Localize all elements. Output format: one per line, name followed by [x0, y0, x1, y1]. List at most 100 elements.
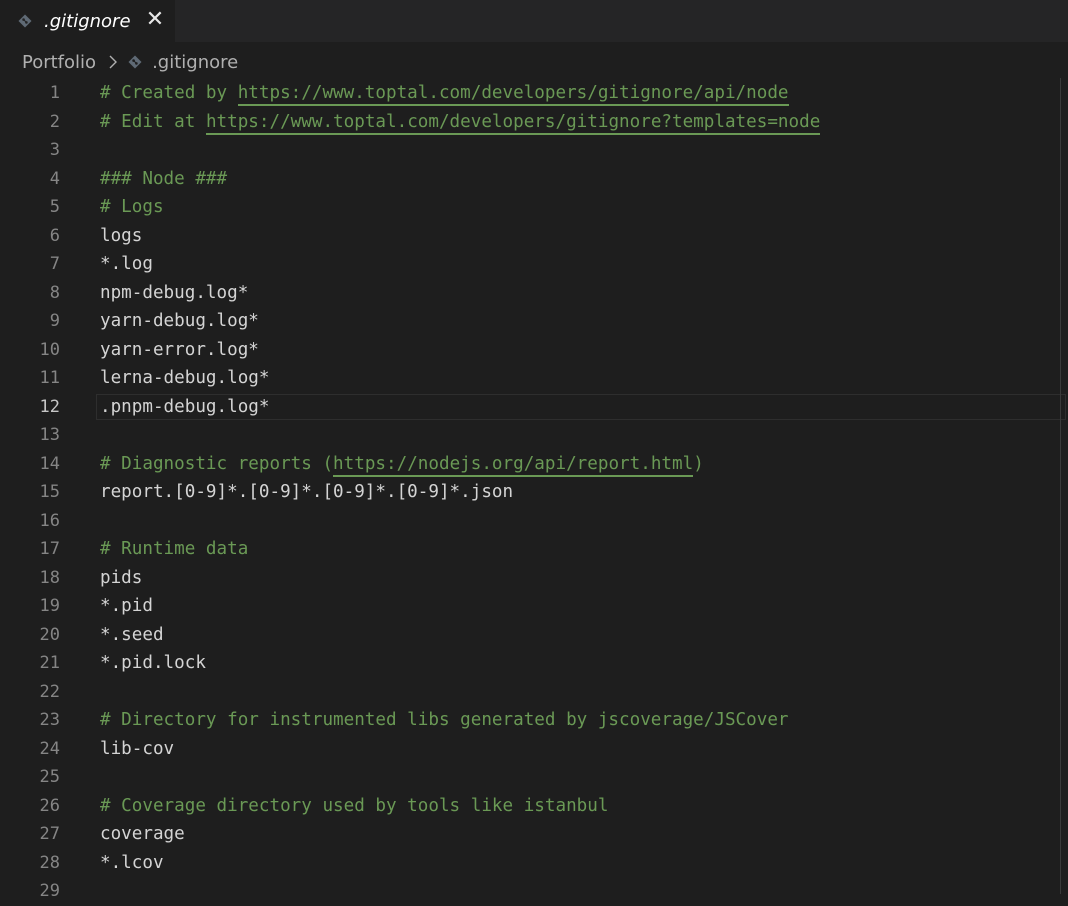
code-line[interactable]: 17 # Runtime data: [0, 535, 1068, 564]
code-line[interactable]: 14 # Diagnostic reports (https://nodejs.o…: [0, 450, 1068, 479]
code-line[interactable]: 1 # Created by https://www.toptal.com/dev…: [0, 79, 1068, 108]
code-line[interactable]: 4 ### Node ###: [0, 165, 1068, 194]
line-text: yarn-debug.log*: [100, 311, 259, 332]
code-line[interactable]: 21 *.pid.lock: [0, 649, 1068, 678]
line-text: *.log: [100, 254, 153, 275]
line-number: 12: [39, 396, 60, 417]
line-number: 3: [49, 140, 60, 161]
comment-link[interactable]: https://www.toptal.com/developers/gitign…: [205, 111, 821, 135]
chevron-right-icon: [109, 55, 118, 69]
comment-link[interactable]: https://www.toptal.com/developers/gitign…: [237, 83, 789, 107]
code-line[interactable]: 23 # Directory for instrumented libs gene…: [0, 706, 1068, 735]
line-text: *.lcov: [100, 852, 164, 873]
code-line[interactable]: 24 lib-cov: [0, 735, 1068, 764]
line-text: *.pid.lock: [100, 653, 206, 674]
line-number: 21: [39, 653, 60, 674]
line-text: # Runtime data: [100, 539, 249, 560]
scrollbar-track[interactable]: [1060, 78, 1061, 894]
code-line[interactable]: 9 yarn-debug.log*: [0, 307, 1068, 336]
comment-text: # Created by: [100, 83, 238, 104]
line-number: 18: [39, 567, 60, 588]
line-number: 8: [49, 282, 60, 303]
code-line[interactable]: 11 lerna-debug.log*: [0, 364, 1068, 393]
comment-text: # Diagnostic reports (: [100, 453, 334, 474]
code-line[interactable]: 16: [0, 507, 1068, 536]
line-number: 10: [39, 339, 60, 360]
line-number: 5: [49, 197, 60, 218]
editor-tab-bar: .gitignore ✕: [0, 0, 1068, 42]
code-line[interactable]: 7 *.log: [0, 250, 1068, 279]
code-line[interactable]: 26 # Coverage directory used by tools lik…: [0, 792, 1068, 821]
line-number: 6: [49, 225, 60, 246]
code-line[interactable]: 2 # Edit at https://www.toptal.com/develo…: [0, 108, 1068, 137]
line-number: 16: [39, 510, 60, 531]
line-text: lib-cov: [100, 738, 175, 759]
line-number: 25: [39, 767, 60, 788]
gitignore-file-icon: [18, 14, 32, 28]
line-text: npm-debug.log*: [100, 282, 249, 303]
line-number: 4: [49, 168, 60, 189]
line-number: 27: [39, 824, 60, 845]
line-number: 2: [49, 111, 60, 132]
code-editor[interactable]: 1 # Created by https://www.toptal.com/dev…: [0, 78, 1068, 901]
line-number: 7: [49, 254, 60, 275]
gitignore-file-icon: [128, 55, 142, 69]
line-number: 22: [39, 681, 60, 702]
line-text: # Created by https://www.toptal.com/deve…: [100, 83, 789, 107]
line-text: # Directory for instrumented libs genera…: [100, 710, 789, 731]
line-text: # Edit at https://www.toptal.com/develop…: [100, 111, 821, 135]
line-number: 20: [39, 624, 60, 645]
line-number: 15: [39, 482, 60, 503]
line-number: 19: [39, 596, 60, 617]
line-text: yarn-error.log*: [100, 339, 259, 360]
code-line[interactable]: 25: [0, 763, 1068, 792]
line-text: *.seed: [100, 624, 164, 645]
line-number: 11: [39, 368, 60, 389]
line-text: ### Node ###: [100, 168, 228, 189]
code-line[interactable]: 18 pids: [0, 564, 1068, 593]
breadcrumb-file[interactable]: .gitignore: [152, 52, 238, 73]
code-line[interactable]: 19 *.pid: [0, 592, 1068, 621]
line-number: 17: [39, 539, 60, 560]
line-number: 9: [49, 311, 60, 332]
line-text: logs: [100, 225, 143, 246]
line-text: pids: [100, 567, 143, 588]
code-line[interactable]: 6 logs: [0, 222, 1068, 251]
tab-label: .gitignore: [44, 10, 131, 32]
breadcrumb: Portfolio .gitignore: [0, 44, 1068, 80]
code-line[interactable]: 20 *.seed: [0, 621, 1068, 650]
line-number: 1: [49, 83, 60, 104]
code-line[interactable]: 22: [0, 678, 1068, 707]
line-number: 23: [39, 710, 60, 731]
code-line[interactable]: 15 report.[0-9]*.[0-9]*.[0-9]*.[0-9]*.jso…: [0, 478, 1068, 507]
line-text: # Coverage directory used by tools like …: [100, 795, 609, 816]
line-number: 26: [39, 795, 60, 816]
line-number: 14: [39, 453, 60, 474]
line-text: coverage: [100, 824, 185, 845]
code-line[interactable]: 3: [0, 136, 1068, 165]
line-number: 29: [39, 881, 60, 902]
breadcrumb-folder[interactable]: Portfolio: [22, 52, 96, 73]
tab-gitignore[interactable]: .gitignore ✕: [0, 0, 175, 42]
line-text: report.[0-9]*.[0-9]*.[0-9]*.[0-9]*.json: [100, 482, 514, 503]
code-line[interactable]: 27 coverage: [0, 820, 1068, 849]
code-line[interactable]: 8 npm-debug.log*: [0, 279, 1068, 308]
line-text: # Diagnostic reports (https://nodejs.org…: [100, 453, 704, 477]
code-line[interactable]: 12 .pnpm-debug.log*: [0, 393, 1068, 422]
code-line[interactable]: 5 # Logs: [0, 193, 1068, 222]
line-text: # Logs: [100, 197, 164, 218]
line-number: 13: [39, 425, 60, 446]
comment-link[interactable]: https://nodejs.org/api/report.html: [333, 453, 694, 477]
line-number: 28: [39, 852, 60, 873]
line-number: 24: [39, 738, 60, 759]
code-line[interactable]: 13: [0, 421, 1068, 450]
line-text: lerna-debug.log*: [100, 368, 270, 389]
comment-text: # Edit at: [100, 111, 206, 132]
line-text: *.pid: [100, 596, 153, 617]
code-line[interactable]: 28 *.lcov: [0, 849, 1068, 878]
code-line[interactable]: 10 yarn-error.log*: [0, 336, 1068, 365]
comment-text: ): [693, 453, 704, 474]
code-line[interactable]: 29: [0, 877, 1068, 906]
close-icon[interactable]: ✕: [144, 9, 166, 31]
line-text: .pnpm-debug.log*: [100, 396, 270, 417]
